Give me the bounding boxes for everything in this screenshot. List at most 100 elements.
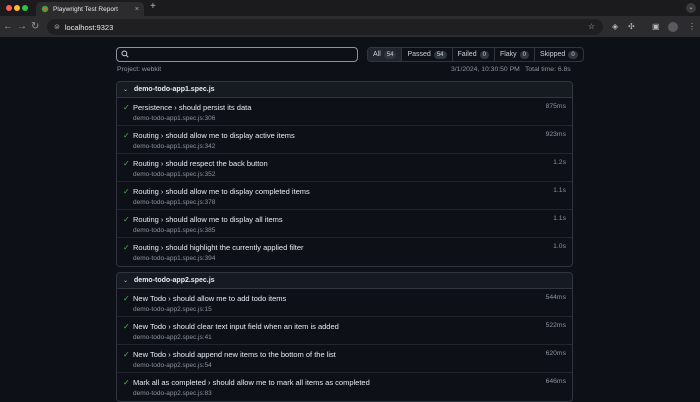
test-title[interactable]: Routing › should allow me to display all…: [133, 215, 283, 224]
test-title[interactable]: Routing › should allow me to display com…: [133, 187, 310, 196]
browser-menu-icon[interactable]: ⋮: [688, 22, 696, 32]
test-duration: 620ms: [545, 350, 566, 357]
check-icon: ✓: [123, 322, 130, 331]
side-panel-icon[interactable]: ▣: [652, 22, 660, 32]
filter-label: Flaky: [499, 51, 517, 58]
test-title[interactable]: Mark all as completed › should allow me …: [133, 378, 370, 387]
test-location: demo-todo-app1.spec.js:394: [133, 255, 216, 262]
check-icon: ✓: [123, 215, 130, 224]
test-title[interactable]: New Todo › should allow me to add todo i…: [133, 294, 286, 303]
filter-count: 0: [479, 50, 489, 59]
reload-icon[interactable]: ↻: [31, 21, 39, 33]
tab-title: Playwright Test Report: [53, 5, 118, 13]
test-row[interactable]: ✓ Routing › should allow me to display a…: [117, 126, 572, 154]
run-datetime: 3/1/2024, 10:30:50 PM: [451, 66, 520, 73]
filter-label: All: [373, 51, 381, 58]
filter-label: Skipped: [540, 51, 566, 58]
test-location: demo-todo-app1.spec.js:352: [133, 171, 216, 178]
filter-count: 54: [383, 50, 397, 59]
extensions-puzzle-icon[interactable]: ✣: [628, 22, 635, 32]
test-location: demo-todo-app2.spec.js:54: [133, 362, 212, 369]
test-row[interactable]: ✓ New Todo › should append new items to …: [117, 345, 572, 373]
filter-count: 0: [568, 50, 578, 59]
site-info-icon[interactable]: ⊜: [54, 23, 60, 31]
minimize-window-button[interactable]: [14, 5, 20, 11]
test-row[interactable]: ✓ Persistence › should persist its data …: [117, 98, 572, 126]
browser-tab-bar: Playwright Test Report × + ⌄: [0, 0, 700, 16]
file-name: demo-todo-app1.spec.js: [134, 86, 215, 93]
filter-label: Passed: [407, 51, 431, 58]
test-location: demo-todo-app1.spec.js:378: [133, 199, 216, 206]
chevron-down-icon: ⌄: [123, 87, 129, 93]
test-location: demo-todo-app1.spec.js:306: [133, 115, 216, 122]
test-duration: 522ms: [545, 322, 566, 329]
test-row[interactable]: ✓ Routing › should allow me to display a…: [117, 210, 572, 238]
playwright-logo-icon: [41, 5, 49, 13]
status-filter-bar: All 54 Passed 54 Failed 0 Flaky 0 Skipped 0: [367, 47, 584, 62]
total-time: Total time: 6.8s: [525, 66, 571, 73]
new-tab-button[interactable]: +: [150, 1, 156, 12]
check-icon: ✓: [123, 103, 130, 112]
test-title[interactable]: Persistence › should persist its data: [133, 103, 251, 112]
check-icon: ✓: [123, 159, 130, 168]
test-duration: 1.1s: [553, 187, 566, 194]
close-window-button[interactable]: [6, 5, 12, 11]
browser-tab[interactable]: Playwright Test Report ×: [36, 2, 144, 16]
file-group-header[interactable]: ⌄ demo-todo-app2.spec.js: [117, 273, 572, 289]
test-location: demo-todo-app1.spec.js:385: [133, 227, 216, 234]
test-title[interactable]: Routing › should respect the back button: [133, 159, 268, 168]
search-input[interactable]: [116, 47, 358, 62]
forward-icon[interactable]: →: [17, 21, 27, 33]
browser-toolbar: ← → ↻ ⊜ localhost:9323 ☆ ◈ ✣ ▣ ⋮: [0, 16, 700, 38]
filter-flaky[interactable]: Flaky 0: [495, 48, 536, 61]
test-row[interactable]: ✓ Routing › should allow me to display c…: [117, 182, 572, 210]
test-file-group: ⌄ demo-todo-app2.spec.js ✓ New Todo › sh…: [116, 272, 573, 402]
test-row[interactable]: ✓ Routing › should highlight the current…: [117, 238, 572, 266]
chevron-down-icon: ⌄: [123, 278, 129, 284]
search-icon: [121, 50, 129, 58]
project-label: Project: webkit: [117, 66, 162, 73]
bookmark-star-icon[interactable]: ☆: [588, 22, 595, 31]
test-title[interactable]: Routing › should highlight the currently…: [133, 243, 304, 252]
test-row[interactable]: ✓ Mark all as completed › should allow m…: [117, 373, 572, 401]
test-duration: 875ms: [545, 103, 566, 110]
test-duration: 1.2s: [553, 159, 566, 166]
file-name: demo-todo-app2.spec.js: [134, 277, 215, 284]
filter-count: 0: [519, 50, 530, 59]
maximize-window-button[interactable]: [22, 5, 28, 11]
address-url: localhost:9323: [64, 22, 114, 32]
test-row[interactable]: ✓ New Todo › should allow me to add todo…: [117, 289, 572, 317]
filter-skipped[interactable]: Skipped 0: [535, 48, 583, 61]
check-icon: ✓: [123, 131, 130, 140]
check-icon: ✓: [123, 187, 130, 196]
filter-label: Failed: [457, 51, 477, 58]
check-icon: ✓: [123, 294, 130, 303]
file-group-header[interactable]: ⌄ demo-todo-app1.spec.js: [117, 82, 572, 98]
test-duration: 646ms: [545, 378, 566, 385]
test-duration: 1.1s: [553, 215, 566, 222]
test-duration: 1.0s: [553, 243, 566, 250]
test-location: demo-todo-app1.spec.js:342: [133, 143, 216, 150]
filter-passed[interactable]: Passed 54: [402, 48, 453, 61]
filter-count: 54: [433, 50, 447, 59]
test-row[interactable]: ✓ Routing › should respect the back butt…: [117, 154, 572, 182]
test-title[interactable]: New Todo › should append new items to th…: [133, 350, 336, 359]
extension-icon[interactable]: ◈: [612, 22, 618, 32]
address-bar[interactable]: ⊜ localhost:9323 ☆: [47, 19, 603, 35]
filter-all[interactable]: All 54: [368, 48, 403, 61]
tab-close-icon[interactable]: ×: [135, 6, 139, 13]
test-location: demo-todo-app2.spec.js:15: [133, 306, 212, 313]
filter-failed[interactable]: Failed 0: [453, 48, 495, 61]
tab-search-icon[interactable]: ⌄: [686, 3, 696, 13]
check-icon: ✓: [123, 243, 130, 252]
test-duration: 544ms: [545, 294, 566, 301]
profile-avatar-icon[interactable]: [668, 22, 678, 32]
test-title[interactable]: New Todo › should clear text input field…: [133, 322, 339, 331]
back-icon[interactable]: ←: [3, 21, 13, 33]
check-icon: ✓: [123, 378, 130, 387]
test-file-group: ⌄ demo-todo-app1.spec.js ✓ Persistence ›…: [116, 81, 573, 267]
test-title[interactable]: Routing › should allow me to display act…: [133, 131, 295, 140]
test-row[interactable]: ✓ New Todo › should clear text input fie…: [117, 317, 572, 345]
check-icon: ✓: [123, 350, 130, 359]
test-duration: 923ms: [545, 131, 566, 138]
